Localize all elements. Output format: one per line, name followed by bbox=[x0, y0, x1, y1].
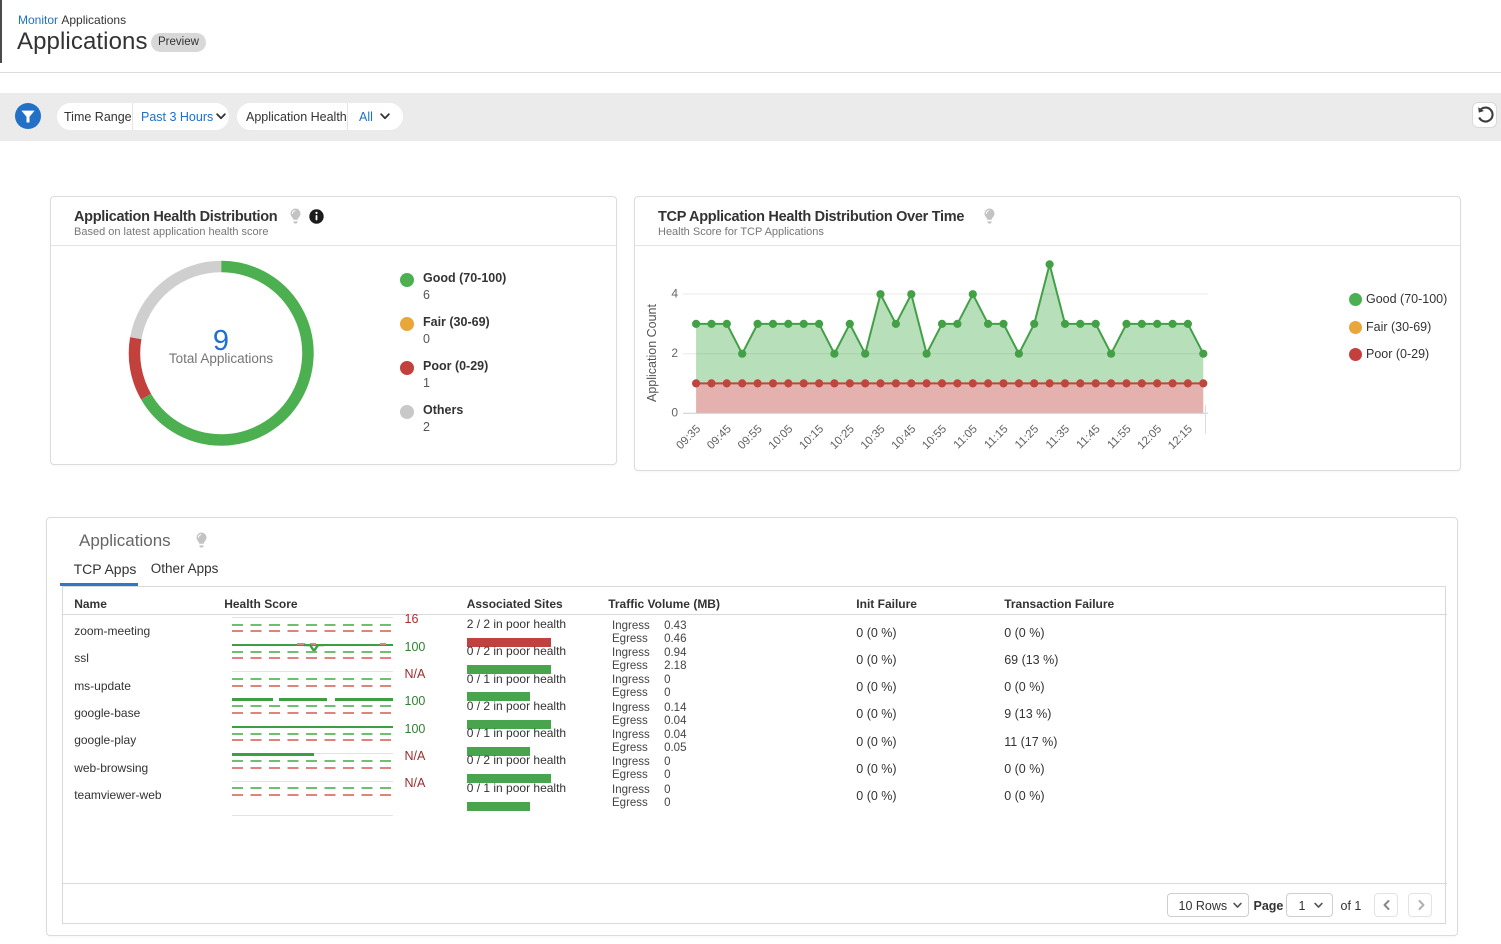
svg-text:Application Count: Application Count bbox=[645, 303, 659, 402]
svg-text:11:15: 11:15 bbox=[982, 423, 1010, 451]
svg-text:12:15: 12:15 bbox=[1166, 423, 1195, 452]
svg-text:0: 0 bbox=[671, 406, 678, 420]
svg-text:11:35: 11:35 bbox=[1044, 423, 1072, 451]
svg-text:10:25: 10:25 bbox=[828, 423, 857, 452]
svg-text:12:05: 12:05 bbox=[1135, 423, 1164, 452]
svg-text:09:55: 09:55 bbox=[736, 423, 765, 452]
svg-text:11:45: 11:45 bbox=[1075, 423, 1103, 451]
svg-text:10:35: 10:35 bbox=[859, 423, 888, 452]
svg-text:09:45: 09:45 bbox=[705, 423, 734, 452]
svg-text:10:55: 10:55 bbox=[920, 423, 949, 452]
svg-text:4: 4 bbox=[671, 287, 678, 301]
svg-text:2: 2 bbox=[671, 346, 678, 360]
svg-text:11:55: 11:55 bbox=[1105, 423, 1133, 451]
svg-text:11:05: 11:05 bbox=[952, 423, 980, 451]
svg-text:10:15: 10:15 bbox=[797, 423, 826, 452]
svg-text:11:25: 11:25 bbox=[1013, 423, 1041, 451]
svg-text:10:05: 10:05 bbox=[767, 423, 796, 452]
svg-text:10:45: 10:45 bbox=[890, 423, 919, 452]
svg-text:09:35: 09:35 bbox=[674, 423, 703, 452]
